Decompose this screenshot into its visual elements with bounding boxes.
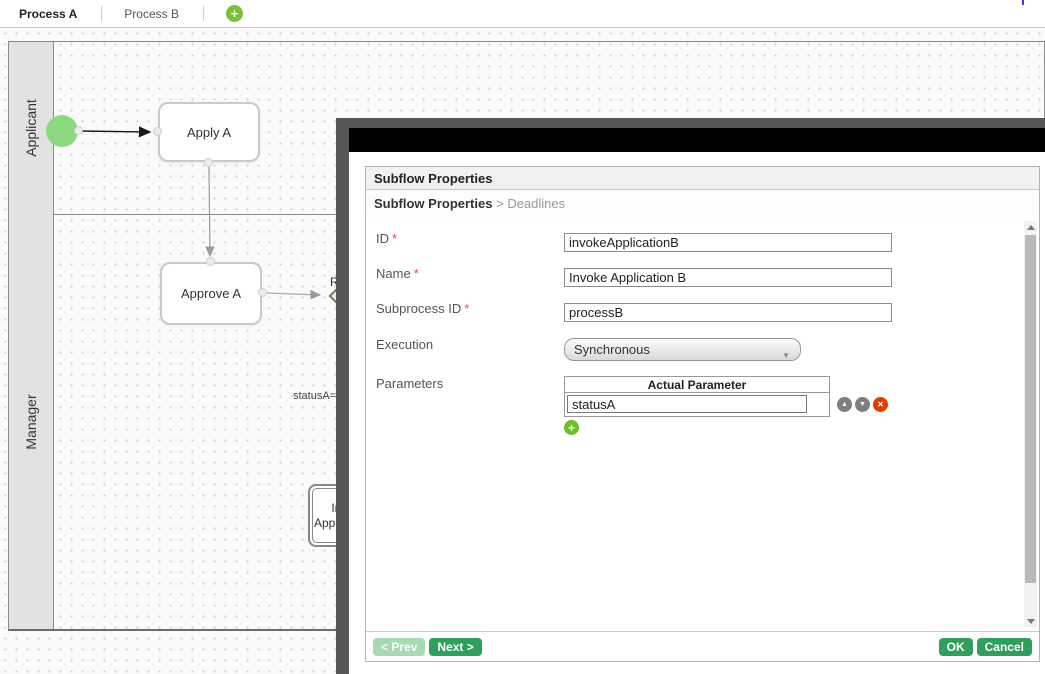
required-marker: *	[392, 231, 397, 246]
add-row-icon[interactable]: +	[564, 420, 579, 435]
prev-button[interactable]: < Prev	[373, 638, 425, 656]
activity-approve-a[interactable]: Approve A	[160, 262, 262, 325]
dialog-titlebar[interactable]	[349, 128, 1045, 152]
breadcrumb-current[interactable]: Subflow Properties	[374, 196, 492, 211]
move-down-icon[interactable]: ▼	[855, 397, 870, 412]
ok-button[interactable]: OK	[939, 638, 973, 656]
move-up-icon[interactable]: ▲	[837, 397, 852, 412]
parameter-row	[564, 393, 830, 417]
subprocess-id-label: Subprocess ID*	[376, 301, 469, 316]
subflow-properties-dialog: Subflow Properties Subflow Properties > …	[336, 118, 1045, 674]
required-marker: *	[464, 301, 469, 316]
next-button[interactable]: Next >	[429, 638, 481, 656]
lane-applicant-label: Applicant	[23, 99, 39, 157]
subprocess-id-field[interactable]	[564, 303, 892, 322]
tab-process-b[interactable]: Process B	[102, 7, 203, 21]
port-apply-bottom[interactable]	[204, 158, 213, 167]
dialog-scrollbar[interactable]	[1024, 221, 1037, 627]
execution-label: Execution	[376, 337, 433, 352]
name-field[interactable]	[564, 268, 892, 287]
clipped-toolbar-fragment	[1022, 0, 1024, 5]
activity-apply-a[interactable]: Apply A	[158, 102, 260, 162]
panel-title: Subflow Properties	[366, 167, 1039, 190]
tab-process-a[interactable]: Process A	[0, 7, 101, 21]
parameters-table: Actual Parameter	[564, 376, 830, 417]
execution-selected-value: Synchronous	[574, 342, 650, 357]
dialog-body: Subflow Properties Subflow Properties > …	[349, 152, 1045, 674]
port-approve-top[interactable]	[206, 257, 215, 266]
cancel-button[interactable]: Cancel	[977, 638, 1032, 656]
breadcrumb-separator: >	[496, 196, 504, 211]
port-approve-right[interactable]	[258, 288, 267, 297]
activity-apply-a-label: Apply A	[187, 125, 231, 140]
activity-approve-a-label: Approve A	[181, 286, 241, 301]
scroll-down-icon[interactable]	[1024, 615, 1037, 627]
parameter-value-field[interactable]	[567, 395, 807, 413]
breadcrumb: Subflow Properties > Deadlines	[366, 190, 1039, 217]
scrollbar-thumb[interactable]	[1025, 235, 1036, 583]
execution-select[interactable]: Synchronous ▼	[564, 338, 801, 361]
required-marker: *	[414, 266, 419, 281]
transition-condition-label: statusA=	[293, 390, 336, 402]
parameter-row-actions: ▲ ▼ ✕	[837, 397, 888, 412]
name-label: Name*	[376, 266, 419, 281]
lane-manager-label: Manager	[23, 394, 39, 449]
port-apply-left[interactable]	[153, 127, 162, 136]
properties-panel: Subflow Properties Subflow Properties > …	[365, 166, 1040, 662]
id-field[interactable]	[564, 233, 892, 252]
lane-manager-header[interactable]: Manager	[9, 214, 54, 629]
delete-row-icon[interactable]: ✕	[873, 397, 888, 412]
panel-content: ID* Name* Subprocess ID* Execution	[366, 217, 1039, 631]
parameters-column-header: Actual Parameter	[564, 376, 830, 393]
add-process-icon[interactable]: +	[226, 5, 243, 22]
id-label: ID*	[376, 231, 397, 246]
scroll-up-icon[interactable]	[1024, 221, 1037, 233]
port-start-right[interactable]	[74, 126, 83, 135]
parameters-label: Parameters	[376, 376, 443, 391]
breadcrumb-deadlines[interactable]: Deadlines	[507, 196, 565, 211]
process-tabbar: Process A Process B +	[0, 0, 1045, 28]
chevron-down-icon: ▼	[782, 345, 790, 366]
dialog-footer: < Prev Next > OK Cancel	[366, 631, 1039, 661]
tab-separator	[203, 6, 204, 21]
